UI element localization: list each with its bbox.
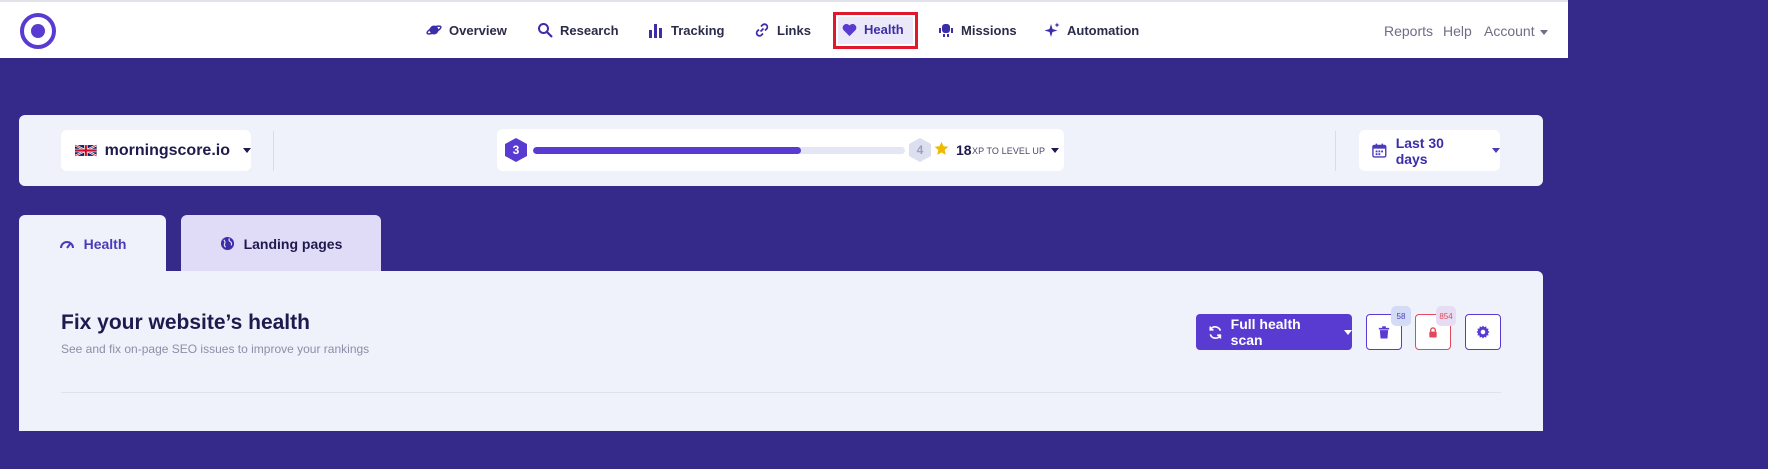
trash-count-badge: 58 bbox=[1391, 306, 1411, 326]
chevron-down-icon bbox=[1539, 29, 1548, 35]
nav-research[interactable]: Research bbox=[537, 2, 619, 58]
tab-landing-pages-label: Landing pages bbox=[243, 235, 343, 252]
chevron-down-icon bbox=[1344, 329, 1352, 335]
heart-icon bbox=[842, 23, 857, 36]
scan-button-label: Full health scan bbox=[1230, 316, 1301, 348]
current-level-badge: 3 bbox=[505, 138, 527, 162]
chevron-down-icon bbox=[1492, 148, 1500, 153]
main-panel: Fix your website’s health See and fix on… bbox=[19, 271, 1543, 431]
nav-overview[interactable]: Overview bbox=[426, 2, 507, 58]
nav-help[interactable]: Help bbox=[1443, 23, 1472, 39]
date-range-selector[interactable]: Last 30 days bbox=[1359, 130, 1500, 171]
nav-account[interactable]: Account bbox=[1484, 23, 1548, 39]
chevron-down-icon bbox=[1051, 148, 1059, 153]
settings-button[interactable] bbox=[1465, 314, 1501, 350]
nav-tracking-label: Tracking bbox=[671, 22, 725, 38]
robot-icon bbox=[939, 24, 953, 37]
nav-research-label: Research bbox=[560, 22, 619, 38]
nav-automation-label: Automation bbox=[1067, 22, 1140, 38]
full-health-scan-button[interactable]: Full health scan bbox=[1196, 314, 1352, 350]
uk-flag-icon bbox=[75, 144, 97, 157]
nav-account-label: Account bbox=[1484, 23, 1535, 39]
ignored-issues-button[interactable]: 58 bbox=[1366, 306, 1411, 350]
level-progress-fill bbox=[533, 147, 801, 154]
xp-label: XP TO LEVEL UP bbox=[972, 146, 1046, 156]
chevron-down-icon bbox=[243, 148, 251, 153]
globe-icon bbox=[220, 236, 234, 251]
lock-icon bbox=[1429, 326, 1437, 338]
nav-reports[interactable]: Reports bbox=[1384, 23, 1433, 39]
gear-icon bbox=[1476, 325, 1490, 339]
domain-name: morningscore.io bbox=[104, 141, 230, 159]
bar-chart-icon bbox=[649, 24, 662, 38]
nav-missions[interactable]: Missions bbox=[938, 2, 1017, 58]
tab-landing-pages[interactable]: Landing pages bbox=[181, 215, 381, 272]
sparkles-icon bbox=[1044, 22, 1060, 37]
morningscore-logo[interactable] bbox=[20, 13, 56, 49]
divider bbox=[273, 131, 274, 171]
star-icon bbox=[934, 141, 949, 155]
nav-overview-label: Overview bbox=[449, 22, 507, 38]
issues-alert-button[interactable]: 854 bbox=[1415, 306, 1456, 350]
top-navbar: Overview Research Tracking Links Health … bbox=[0, 0, 1568, 58]
trash-icon bbox=[1378, 325, 1390, 339]
level-progress-bar bbox=[533, 147, 905, 154]
xp-value: 18 bbox=[956, 142, 972, 158]
planet-icon bbox=[426, 25, 442, 35]
nav-missions-label: Missions bbox=[961, 22, 1017, 38]
section-divider bbox=[61, 392, 1501, 393]
nav-links[interactable]: Links bbox=[754, 2, 811, 58]
page-subtitle: See and fix on-page SEO issues to improv… bbox=[61, 342, 370, 356]
date-range-label: Last 30 days bbox=[1395, 134, 1444, 167]
refresh-icon bbox=[1209, 325, 1222, 339]
alert-count-badge: 854 bbox=[1436, 306, 1456, 326]
gauge-icon bbox=[59, 240, 74, 249]
divider bbox=[1335, 131, 1336, 171]
control-bar: morningscore.io 3 4 18 XP TO LEVEL UP La… bbox=[19, 115, 1543, 186]
magnifier-icon bbox=[538, 23, 553, 38]
nav-tracking[interactable]: Tracking bbox=[648, 2, 724, 58]
tab-health-label: Health bbox=[83, 235, 127, 252]
nav-automation[interactable]: Automation bbox=[1044, 2, 1139, 58]
level-progress-widget[interactable]: 3 4 18 XP TO LEVEL UP bbox=[497, 129, 1064, 171]
next-level-badge: 4 bbox=[909, 138, 931, 162]
nav-health[interactable]: Health bbox=[833, 12, 918, 49]
domain-selector[interactable]: morningscore.io bbox=[61, 130, 251, 171]
nav-links-label: Links bbox=[777, 22, 811, 38]
nav-health-label: Health bbox=[864, 22, 904, 37]
page-title: Fix your website’s health bbox=[61, 311, 310, 334]
calendar-icon bbox=[1372, 143, 1387, 158]
tab-health[interactable]: Health bbox=[19, 215, 166, 272]
link-icon bbox=[755, 23, 769, 37]
